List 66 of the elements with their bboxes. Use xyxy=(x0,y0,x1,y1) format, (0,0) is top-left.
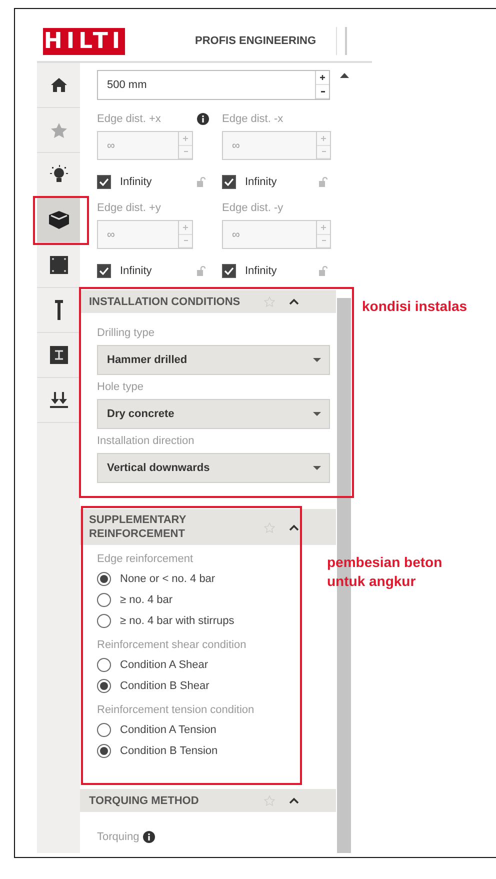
minus-icon[interactable] xyxy=(320,90,324,92)
collapse-caret-icon[interactable] xyxy=(289,524,299,530)
field-label: Edge dist. -y xyxy=(222,202,284,214)
dropdown[interactable]: Dry concrete xyxy=(97,399,330,429)
radio-button[interactable] xyxy=(97,614,111,628)
dropdown[interactable]: Vertical downwards xyxy=(97,453,330,483)
field-label: Hole type xyxy=(97,381,144,393)
group-label: Reinforcement shear condition xyxy=(97,639,248,651)
field-label: Edge dist. +y xyxy=(97,202,161,214)
dropdown-caret-icon xyxy=(313,412,321,416)
radio-button[interactable] xyxy=(97,744,111,758)
section-header[interactable]: INSTALLATION CONDITIONS xyxy=(80,290,336,313)
section-title: INSTALLATION CONDITIONS xyxy=(89,294,242,308)
field-label: Drilling type xyxy=(97,327,156,339)
box-icon xyxy=(48,211,68,229)
dropdown[interactable]: Hammer drilled xyxy=(97,345,330,375)
plus-icon[interactable] xyxy=(320,75,325,80)
section-header[interactable]: TORQUING METHOD xyxy=(80,789,336,812)
group-label: Reinforcement tension condition xyxy=(97,704,256,716)
field-label: Edge dist. -x xyxy=(222,113,284,125)
group-label: Edge reinforcement xyxy=(97,553,194,565)
field-label: Torquing xyxy=(97,831,140,843)
section-header[interactable]: SUPPLEMENTARY REINFORCEMENT xyxy=(80,509,336,545)
dropdown-caret-icon xyxy=(313,358,321,362)
home-icon xyxy=(50,78,66,92)
radio-button[interactable] xyxy=(97,572,111,586)
square-plate-icon xyxy=(50,256,68,274)
radio-button[interactable] xyxy=(97,592,111,606)
radio-label: ≥ no. 4 bar with stirrups xyxy=(120,614,234,626)
radio-button[interactable] xyxy=(97,658,111,672)
star-icon[interactable] xyxy=(264,795,275,806)
radio-label: Condition B Tension xyxy=(120,744,218,756)
star-icon[interactable] xyxy=(264,522,275,532)
i-beam-icon xyxy=(50,346,68,364)
radio-label: Condition A Tension xyxy=(120,724,216,736)
annotation-text: kondisi instalas xyxy=(362,298,468,314)
star-icon xyxy=(50,122,66,138)
lightbulb-icon xyxy=(48,165,68,185)
field-label: Installation direction xyxy=(97,435,196,447)
star-icon[interactable] xyxy=(264,296,275,307)
checkbox-label: Infinity xyxy=(245,176,278,188)
section-title: SUPPLEMENTARY REINFORCEMENT xyxy=(89,513,187,541)
dropdown-caret-icon xyxy=(313,466,321,470)
checkbox-label: Infinity xyxy=(245,265,278,277)
annotation-text: pembesian beton untuk angkur xyxy=(327,553,444,591)
logo: HILTI xyxy=(43,28,125,54)
scroll-up-icon[interactable] xyxy=(340,73,348,78)
radio-button[interactable] xyxy=(97,678,111,692)
checkbox-label: Infinity xyxy=(120,265,153,277)
info-icon[interactable] xyxy=(143,831,156,843)
highlight-frame xyxy=(33,196,89,245)
sidebar-tab[interactable] xyxy=(37,198,80,243)
app-title: PROFIS ENGINEERING xyxy=(195,35,316,47)
radio-label: ≥ no. 4 bar xyxy=(120,594,173,606)
radio-label: None or < no. 4 bar xyxy=(120,572,216,584)
checkbox-label: Infinity xyxy=(120,176,153,188)
section-title: TORQUING METHOD xyxy=(89,794,200,808)
radio-label: Condition A Shear xyxy=(120,658,208,670)
collapse-caret-icon[interactable] xyxy=(289,797,299,804)
length-input[interactable]: 500 mm xyxy=(97,70,330,100)
collapse-caret-icon[interactable] xyxy=(289,298,299,305)
radio-label: Condition B Shear xyxy=(120,680,210,692)
anchor-bolt-icon xyxy=(54,300,62,320)
field-label: Edge dist. +x xyxy=(97,113,161,125)
radio-button[interactable] xyxy=(97,722,111,736)
load-arrows-icon xyxy=(50,392,68,408)
